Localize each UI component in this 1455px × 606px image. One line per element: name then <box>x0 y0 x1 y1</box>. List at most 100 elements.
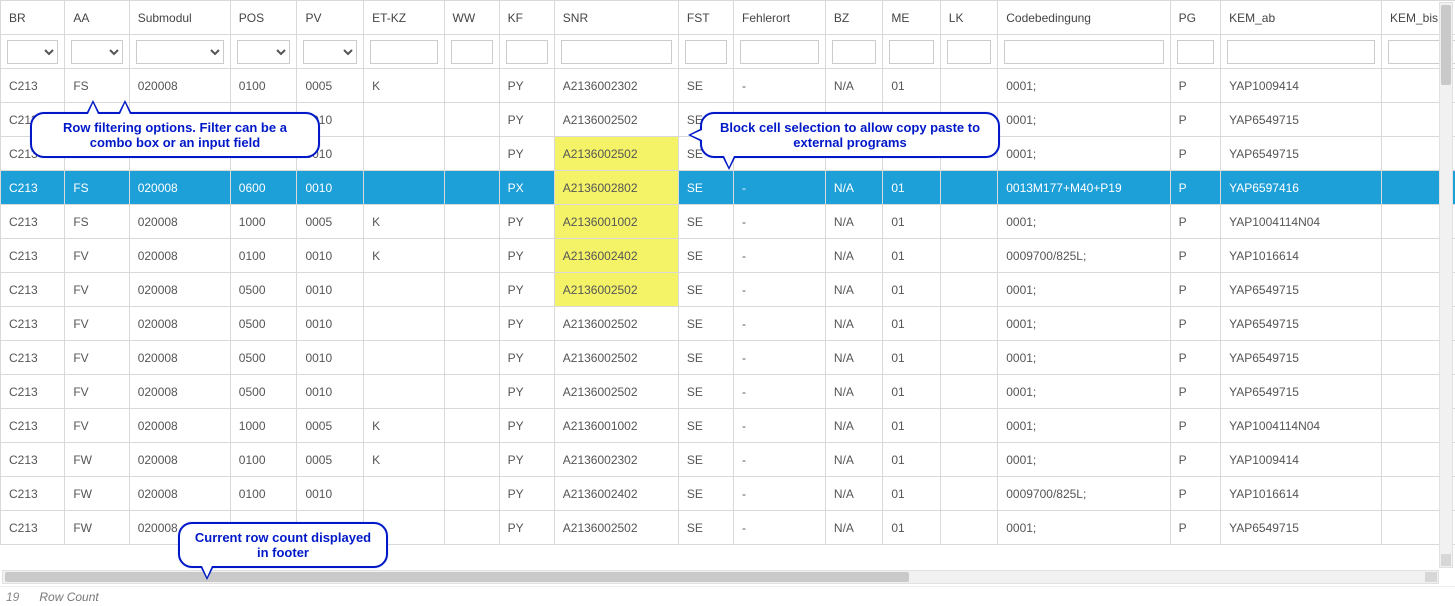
cell-LK[interactable] <box>940 171 997 205</box>
cell-WW[interactable] <box>444 239 499 273</box>
cell-ET-KZ[interactable] <box>364 137 444 171</box>
horizontal-scrollbar[interactable] <box>2 570 1439 584</box>
cell-KEM_ab[interactable]: YAP6549715 <box>1221 307 1382 341</box>
cell-KF[interactable]: PY <box>499 273 554 307</box>
cell-KEM_ab[interactable]: YAP6549715 <box>1221 511 1382 545</box>
table-row[interactable]: C213FW02000801000010PYA2136002402SE-N/A0… <box>1 477 1455 511</box>
column-header-POS[interactable]: POS <box>230 1 297 35</box>
cell-SNR[interactable]: A2136002502 <box>554 103 678 137</box>
column-header-PG[interactable]: PG <box>1170 1 1221 35</box>
cell-KF[interactable]: PY <box>499 409 554 443</box>
table-row[interactable]: C213FS02000801000005KPYA2136002302SE-N/A… <box>1 69 1455 103</box>
cell-BZ[interactable]: N/A <box>825 171 882 205</box>
cell-ET-KZ[interactable] <box>364 375 444 409</box>
column-header-Fehlerort[interactable]: Fehlerort <box>734 1 826 35</box>
filter-combo-BR[interactable] <box>7 40 58 64</box>
cell-AA[interactable]: FV <box>65 273 129 307</box>
cell-KF[interactable]: PY <box>499 239 554 273</box>
cell-Fehlerort[interactable]: - <box>734 171 826 205</box>
cell-ET-KZ[interactable]: K <box>364 443 444 477</box>
cell-SNR[interactable]: A2136001002 <box>554 409 678 443</box>
cell-WW[interactable] <box>444 375 499 409</box>
cell-SNR[interactable]: A2136002502 <box>554 137 678 171</box>
cell-BR[interactable]: C213 <box>1 69 65 103</box>
cell-AA[interactable]: FV <box>65 239 129 273</box>
cell-WW[interactable] <box>444 171 499 205</box>
cell-Codebedingung[interactable]: 0001; <box>998 375 1170 409</box>
column-header-ET-KZ[interactable]: ET-KZ <box>364 1 444 35</box>
cell-LK[interactable] <box>940 205 997 239</box>
filter-input-Codebedingung[interactable] <box>1004 40 1163 64</box>
scroll-right-icon[interactable] <box>1425 572 1437 582</box>
cell-BZ[interactable]: N/A <box>825 273 882 307</box>
cell-Fehlerort[interactable]: - <box>734 409 826 443</box>
cell-BR[interactable]: C213 <box>1 171 65 205</box>
cell-AA[interactable]: FW <box>65 443 129 477</box>
column-header-Codebedingung[interactable]: Codebedingung <box>998 1 1170 35</box>
cell-Fehlerort[interactable]: - <box>734 239 826 273</box>
cell-ME[interactable]: 01 <box>883 375 940 409</box>
cell-SNR[interactable]: A2136002502 <box>554 341 678 375</box>
cell-Fehlerort[interactable]: - <box>734 511 826 545</box>
vertical-scrollbar[interactable] <box>1439 2 1453 568</box>
cell-KF[interactable]: PX <box>499 171 554 205</box>
cell-ME[interactable]: 01 <box>883 341 940 375</box>
cell-LK[interactable] <box>940 443 997 477</box>
cell-PG[interactable]: P <box>1170 69 1221 103</box>
cell-Fehlerort[interactable]: - <box>734 69 826 103</box>
cell-PV[interactable]: 0010 <box>297 341 364 375</box>
cell-Submodul[interactable]: 020008 <box>129 69 230 103</box>
cell-WW[interactable] <box>444 477 499 511</box>
cell-ME[interactable]: 01 <box>883 477 940 511</box>
cell-KEM_ab[interactable]: YAP6549715 <box>1221 341 1382 375</box>
filter-input-Fehlerort[interactable] <box>740 40 819 64</box>
cell-POS[interactable]: 1000 <box>230 205 297 239</box>
table-row[interactable]: C213FS02000806000010PXA2136002802SE-N/A0… <box>1 171 1455 205</box>
filter-input-FST[interactable] <box>685 40 727 64</box>
cell-Fehlerort[interactable]: - <box>734 443 826 477</box>
table-row[interactable]: C213FV02000805000010PYA2136002502SE-N/A0… <box>1 375 1455 409</box>
cell-SNR[interactable]: A2136002402 <box>554 239 678 273</box>
cell-WW[interactable] <box>444 511 499 545</box>
cell-FST[interactable]: SE <box>678 69 733 103</box>
cell-BZ[interactable]: N/A <box>825 409 882 443</box>
cell-LK[interactable] <box>940 341 997 375</box>
cell-AA[interactable]: FV <box>65 341 129 375</box>
cell-BR[interactable]: C213 <box>1 205 65 239</box>
cell-ME[interactable]: 01 <box>883 239 940 273</box>
cell-SNR[interactable]: A2136002402 <box>554 477 678 511</box>
filter-input-ME[interactable] <box>889 40 933 64</box>
cell-Submodul[interactable]: 020008 <box>129 205 230 239</box>
column-header-LK[interactable]: LK <box>940 1 997 35</box>
cell-SNR[interactable]: A2136002502 <box>554 307 678 341</box>
cell-Codebedingung[interactable]: 0001; <box>998 69 1170 103</box>
cell-ET-KZ[interactable] <box>364 341 444 375</box>
cell-PG[interactable]: P <box>1170 341 1221 375</box>
column-header-SNR[interactable]: SNR <box>554 1 678 35</box>
cell-ME[interactable]: 01 <box>883 443 940 477</box>
filter-input-WW[interactable] <box>451 40 493 64</box>
cell-AA[interactable]: FW <box>65 477 129 511</box>
filter-input-ET-KZ[interactable] <box>370 40 437 64</box>
table-row[interactable]: C213FV02000805000010PYA2136002502SE-N/A0… <box>1 341 1455 375</box>
cell-ET-KZ[interactable] <box>364 477 444 511</box>
column-header-Submodul[interactable]: Submodul <box>129 1 230 35</box>
cell-AA[interactable]: FS <box>65 171 129 205</box>
cell-ME[interactable]: 01 <box>883 205 940 239</box>
cell-PV[interactable]: 0010 <box>297 375 364 409</box>
cell-KF[interactable]: PY <box>499 477 554 511</box>
table-row[interactable]: C213FV02000805000010PYA2136002502SE-N/A0… <box>1 307 1455 341</box>
cell-PV[interactable]: 0010 <box>297 171 364 205</box>
cell-PG[interactable]: P <box>1170 103 1221 137</box>
cell-SNR[interactable]: A2136001002 <box>554 205 678 239</box>
cell-KEM_ab[interactable]: YAP1016614 <box>1221 239 1382 273</box>
cell-KEM_ab[interactable]: YAP6549715 <box>1221 273 1382 307</box>
cell-Codebedingung[interactable]: 0001; <box>998 409 1170 443</box>
scroll-thumb[interactable] <box>1441 5 1451 85</box>
column-header-WW[interactable]: WW <box>444 1 499 35</box>
cell-Fehlerort[interactable]: - <box>734 273 826 307</box>
cell-WW[interactable] <box>444 307 499 341</box>
cell-SNR[interactable]: A2136002502 <box>554 375 678 409</box>
cell-WW[interactable] <box>444 409 499 443</box>
cell-KF[interactable]: PY <box>499 307 554 341</box>
